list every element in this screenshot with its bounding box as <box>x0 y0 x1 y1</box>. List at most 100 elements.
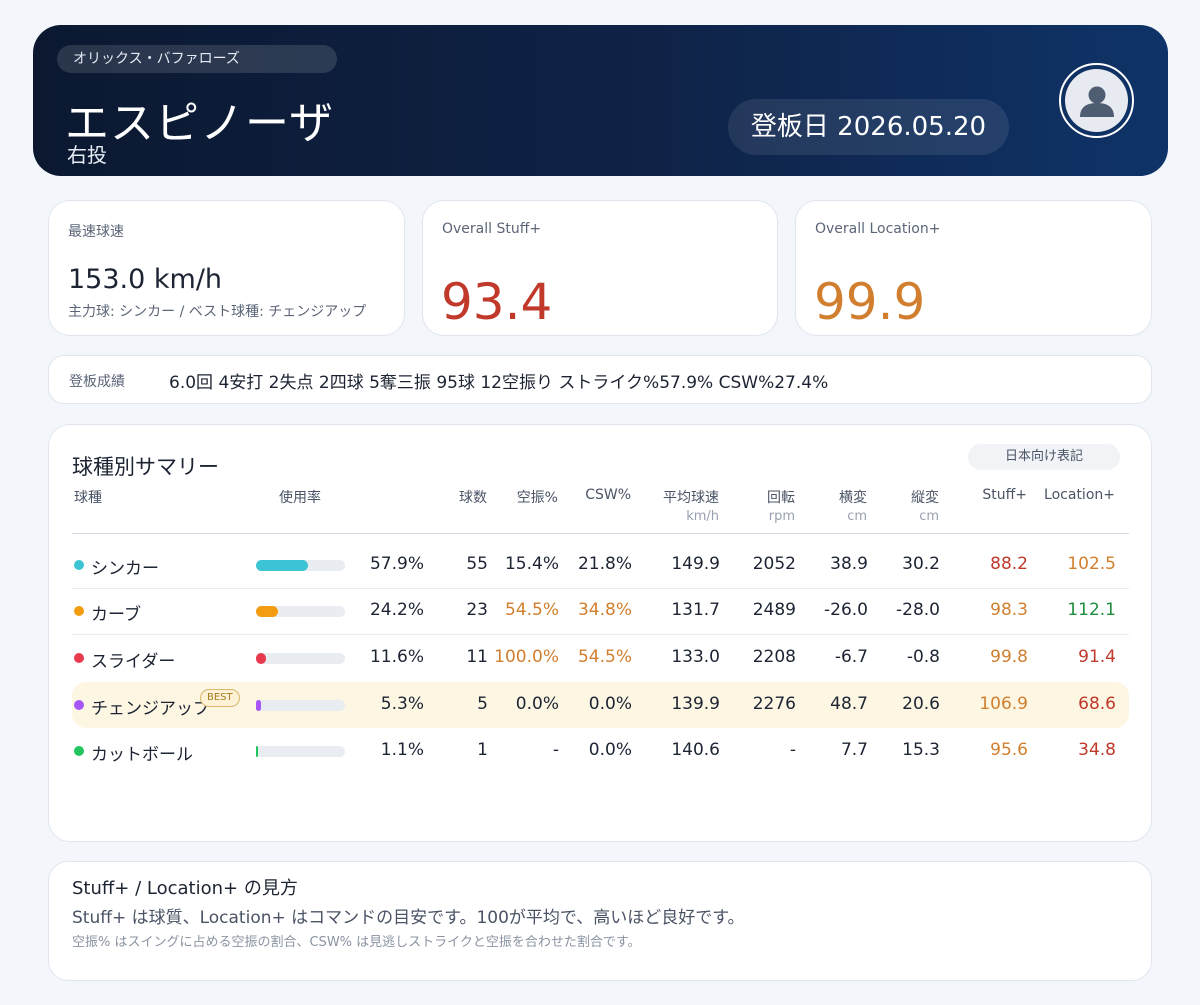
pitch-name: カーブ <box>91 605 141 625</box>
cell-location: 102.5 <box>1067 554 1116 574</box>
col-vbreak: 縦変 <box>911 490 939 506</box>
cell-count: 55 <box>466 554 488 574</box>
velocity-card: 最速球速 153.0 km/h 主力球: シンカー / ベスト球種: チェンジア… <box>48 200 405 336</box>
table-row[interactable]: カットボール 1.1% 1 - 0.0% 140.6 - 7.7 15.3 95.6 34.8 <box>72 728 1129 774</box>
table-row[interactable]: カーブ 24.2% 23 54.5% 34.8% 131.7 2489 -26.0 -28.0 9… <box>72 588 1129 634</box>
cell-velo: 139.9 <box>671 694 720 714</box>
cell-vbreak: 20.6 <box>902 694 940 714</box>
game-results-card: 登板成績 6.0回 4安打 2失点 2四球 5奪三振 95球 12空振り ストラ… <box>48 355 1152 404</box>
cell-velo: 140.6 <box>671 740 720 760</box>
cell-whiff: 54.5% <box>504 600 559 620</box>
explanation-title: Stuff+ / Location+ の見方 <box>72 878 298 899</box>
cell-spin: 2052 <box>752 554 796 574</box>
cell-vbreak: 30.2 <box>902 554 940 574</box>
pitch-name: スライダー <box>91 652 176 672</box>
table-row[interactable]: スライダー 11.6% 11 100.0% 54.5% 133.0 2208 -6.7 -0.8… <box>72 635 1129 681</box>
cell-hbreak: -26.0 <box>824 600 868 620</box>
pitch-color-dot <box>74 606 84 616</box>
col-usage: 使用率 <box>279 490 321 506</box>
usage-bar-fill <box>256 653 266 664</box>
usage-bar <box>256 606 345 617</box>
usage-bar-fill <box>256 606 278 617</box>
col-stuff: Stuff+ <box>982 487 1027 503</box>
col-pitch: 球種 <box>74 490 102 506</box>
table-row[interactable]: シンカー 57.9% 55 15.4% 21.8% 149.9 2052 38.9 30.2 88… <box>72 542 1129 588</box>
pitch-summary-card: 球種別サマリー 日本向け表記 球種 使用率 球数 空振% CSW% 平均球速 k… <box>48 424 1152 842</box>
cell-csw: 0.0% <box>588 740 632 760</box>
cell-stuff: 95.6 <box>990 740 1028 760</box>
col-velo: 平均球速 <box>663 490 719 506</box>
cell-usage: 24.2% <box>369 600 424 620</box>
usage-bar-fill <box>256 700 261 711</box>
cell-location: 34.8 <box>1078 740 1116 760</box>
pitch-color-dot <box>74 653 84 663</box>
col-location: Location+ <box>1044 487 1115 503</box>
col-spin: 回転 <box>767 490 795 506</box>
summary-title: 球種別サマリー <box>72 455 219 479</box>
pitch-color-dot <box>74 700 84 710</box>
pitch-name: シンカー <box>91 559 159 579</box>
usage-bar-fill <box>256 746 258 757</box>
cell-stuff: 98.3 <box>990 600 1028 620</box>
col-hbreak: 横変 <box>839 490 867 506</box>
pitch-color-dot <box>74 560 84 570</box>
table-row[interactable]: チェンジアップ BEST 5.3% 5 0.0% 0.0% 139.9 2276 48.7 20.… <box>72 682 1129 728</box>
cell-location: 68.6 <box>1078 694 1116 714</box>
cell-hbreak: 38.9 <box>830 554 868 574</box>
stuff-card: Overall Stuff+ 93.4 <box>422 200 778 336</box>
cell-usage: 11.6% <box>369 647 424 667</box>
col-whiff: 空振% <box>516 490 558 506</box>
cell-stuff: 99.8 <box>990 647 1028 667</box>
avatar <box>1059 63 1134 138</box>
explanation-text: Stuff+ は球質、Location+ はコマンドの目安です。100が平均で、… <box>72 908 745 928</box>
explanation-note: 空振% はスイングに占める空振の割合、CSW% は見逃しストライクと空振を合わせ… <box>72 935 641 950</box>
cell-stuff: 106.9 <box>979 694 1028 714</box>
velocity-subtext: 主力球: シンカー / ベスト球種: チェンジアップ <box>68 304 367 320</box>
cell-spin: 2276 <box>752 694 796 714</box>
cell-hbreak: 7.7 <box>840 740 868 760</box>
cell-count: 23 <box>466 600 488 620</box>
col-hbreak-unit: cm <box>847 509 867 524</box>
notation-toggle[interactable]: 日本向け表記 <box>968 444 1120 470</box>
pitch-name: チェンジアップ <box>91 699 209 719</box>
cell-vbreak: 15.3 <box>902 740 940 760</box>
cell-csw: 34.8% <box>577 600 632 620</box>
cell-hbreak: -6.7 <box>834 647 868 667</box>
stuff-value: 93.4 <box>441 273 553 331</box>
cell-csw: 21.8% <box>577 554 632 574</box>
cell-hbreak: 48.7 <box>830 694 868 714</box>
throwing-hand: 右投 <box>67 143 107 167</box>
col-csw: CSW% <box>585 487 631 503</box>
velocity-value: 153.0 km/h <box>68 264 223 295</box>
cell-location: 112.1 <box>1067 600 1116 620</box>
location-value: 99.9 <box>814 273 926 331</box>
cell-velo: 131.7 <box>671 600 720 620</box>
usage-bar <box>256 746 345 757</box>
cell-csw: 0.0% <box>588 694 632 714</box>
cell-whiff: 15.4% <box>504 554 559 574</box>
cell-vbreak: -28.0 <box>896 600 940 620</box>
cell-count: 5 <box>477 694 488 714</box>
cell-velo: 133.0 <box>671 647 720 667</box>
usage-bar <box>256 653 345 664</box>
usage-bar-fill <box>256 560 308 571</box>
results-label: 登板成績 <box>69 374 125 390</box>
cell-spin: 2208 <box>752 647 796 667</box>
cell-stuff: 88.2 <box>990 554 1028 574</box>
cell-usage: 57.9% <box>369 554 424 574</box>
best-badge: BEST <box>200 689 240 707</box>
pitch-name: カットボール <box>91 745 193 765</box>
location-label: Overall Location+ <box>815 221 941 237</box>
cell-spin: - <box>789 740 796 760</box>
cell-usage: 5.3% <box>380 694 424 714</box>
velocity-label: 最速球速 <box>68 224 124 240</box>
explanation-card: Stuff+ / Location+ の見方 Stuff+ は球質、Locati… <box>48 861 1152 981</box>
cell-location: 91.4 <box>1078 647 1116 667</box>
cell-spin: 2489 <box>752 600 796 620</box>
header-divider <box>72 533 1129 534</box>
cell-vbreak: -0.8 <box>906 647 940 667</box>
stuff-label: Overall Stuff+ <box>442 221 542 237</box>
col-count: 球数 <box>459 490 487 506</box>
cell-velo: 149.9 <box>671 554 720 574</box>
cell-csw: 54.5% <box>577 647 632 667</box>
